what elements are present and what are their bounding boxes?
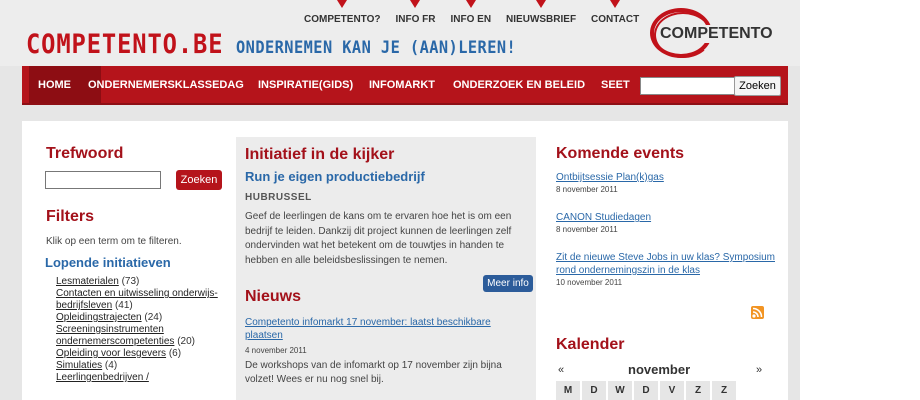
- nav-item-inspiratie[interactable]: INSPIRATIE(GIDS): [258, 79, 353, 91]
- arrow-down-icon: [465, 0, 476, 8]
- nav-item-home[interactable]: HOME: [38, 79, 71, 91]
- event-link[interactable]: Ontbijtsessie Plan(k)gas: [556, 171, 786, 184]
- top-link-label[interactable]: INFO FR: [395, 14, 435, 25]
- nav-item-onderzoek[interactable]: ONDERZOEK EN BELEID: [453, 79, 585, 91]
- arrow-down-icon: [410, 0, 421, 8]
- meer-info-button[interactable]: Meer info: [483, 275, 533, 292]
- list-item: Simulaties (4): [56, 360, 226, 372]
- nieuws-heading: Nieuws: [245, 288, 302, 305]
- calendar-weekday-header: M D W D V Z Z: [556, 381, 738, 400]
- top-link-label[interactable]: NIEUWSBRIEF: [506, 14, 576, 25]
- nav-item-infomarkt[interactable]: INFOMARKT: [369, 79, 435, 91]
- calendar-weekday: V: [660, 381, 684, 400]
- top-link-label[interactable]: CONTACT: [591, 14, 639, 25]
- content-area: Trefwoord Zoeken Filters Klik op een ter…: [22, 121, 788, 400]
- list-item: Leerlingenbedrijven /: [56, 372, 226, 384]
- arrow-down-icon: [337, 0, 348, 8]
- event-date: 8 november 2011: [556, 185, 618, 194]
- calendar-weekday: Z: [686, 381, 710, 400]
- calendar-weekday: W: [608, 381, 632, 400]
- news-item-body: De workshops van de infomarkt op 17 nove…: [245, 360, 502, 385]
- calendar-weekday: M: [556, 381, 580, 400]
- filter-count: (41): [114, 300, 133, 311]
- search-button[interactable]: Zoeken: [734, 76, 781, 96]
- filter-link[interactable]: Contacten en uitwisseling onderwijs-bedr…: [56, 288, 218, 311]
- filter-count: (6): [168, 348, 182, 359]
- nav-item-ondernemersklassedag[interactable]: ONDERNEMERSKLASSEDAG: [88, 79, 244, 91]
- list-item: Screeningsinstrumenten ondernemerscompet…: [56, 324, 226, 348]
- filter-link[interactable]: Opleidingstrajecten: [56, 312, 142, 323]
- news-item-date: 4 november 2011: [245, 346, 307, 355]
- top-link-contact[interactable]: CONTACT: [591, 0, 639, 30]
- event-link[interactable]: Zit de nieuwe Steve Jobs in uw klas? Sym…: [556, 251, 786, 277]
- lopende-initiatieven-heading[interactable]: Lopende initiatieven: [45, 255, 171, 270]
- initiatief-heading: Initiatief in de kijker: [245, 146, 395, 163]
- top-link-competento[interactable]: COMPETENTO?: [304, 0, 380, 30]
- trefwoord-search-button[interactable]: Zoeken: [176, 170, 222, 190]
- calendar-weekday: D: [634, 381, 658, 400]
- rss-icon[interactable]: [751, 306, 764, 319]
- initiatief-link[interactable]: Run je eigen productiebedrijf: [245, 169, 425, 184]
- event-link[interactable]: CANON Studiedagen: [556, 211, 786, 224]
- nav-item-seet[interactable]: SEET: [601, 79, 630, 91]
- calendar-weekday: Z: [712, 381, 736, 400]
- top-link-info-en[interactable]: INFO EN: [450, 0, 491, 30]
- event-item: CANON Studiedagen 8 november 2011: [556, 211, 786, 234]
- filter-link[interactable]: Lesmaterialen: [56, 276, 119, 287]
- list-item: Contacten en uitwisseling onderwijs-bedr…: [56, 288, 226, 312]
- calendar-weekday: D: [582, 381, 606, 400]
- filter-link[interactable]: Simulaties: [56, 360, 102, 371]
- brand-badge-logo[interactable]: COMPETENTO: [650, 8, 782, 60]
- calendar-prev-month[interactable]: «: [558, 364, 564, 376]
- news-item-link[interactable]: Competento infomarkt 17 november: laatst…: [245, 316, 527, 342]
- list-item: Opleidingstrajecten (24): [56, 312, 226, 324]
- filter-link[interactable]: Leerlingenbedrijven /: [56, 372, 149, 383]
- site-logo[interactable]: COMPETENTO.BE: [26, 29, 223, 60]
- arrow-down-icon: [536, 0, 547, 8]
- calendar-next-month[interactable]: »: [756, 364, 762, 376]
- middle-column: Initiatief in de kijker Run je eigen pro…: [236, 137, 536, 400]
- event-item: Zit de nieuwe Steve Jobs in uw klas? Sym…: [556, 251, 786, 287]
- initiatief-description: Geef de leerlingen de kans om te ervaren…: [245, 211, 512, 266]
- main-navigation: HOME ONDERNEMERSKLASSEDAG INSPIRATIE(GID…: [22, 66, 788, 105]
- event-date: 10 november 2011: [556, 278, 623, 287]
- left-column: Trefwoord Zoeken Filters Klik op een ter…: [22, 121, 228, 400]
- events-heading: Komende events: [556, 145, 685, 162]
- site-header: COMPETENTO? INFO FR INFO EN NIEUWSBRIEF …: [0, 0, 800, 66]
- brand-badge-name: COMPETENTO: [660, 25, 775, 43]
- filter-count: (24): [144, 312, 163, 323]
- trefwoord-input[interactable]: [45, 171, 161, 189]
- trefwoord-heading: Trefwoord: [46, 145, 124, 162]
- arrow-down-icon: [610, 0, 621, 8]
- top-navigation: COMPETENTO? INFO FR INFO EN NIEUWSBRIEF …: [304, 0, 654, 30]
- filter-link[interactable]: Opleiding voor lesgevers: [56, 348, 166, 359]
- list-item: Opleiding voor lesgevers (6): [56, 348, 226, 360]
- filters-heading: Filters: [46, 208, 95, 225]
- initiatief-organization: HUBRUSSEL: [245, 192, 312, 203]
- top-link-label[interactable]: INFO EN: [450, 14, 491, 25]
- top-link-info-fr[interactable]: INFO FR: [395, 0, 435, 30]
- filter-link[interactable]: Screeningsinstrumenten ondernemerscompet…: [56, 324, 174, 347]
- top-link-label[interactable]: COMPETENTO?: [304, 14, 380, 25]
- calendar-month: november: [628, 362, 691, 377]
- site-tagline: ONDERNEMEN KAN JE (AAN)LEREN!: [236, 38, 517, 58]
- filter-count: (4): [104, 360, 118, 371]
- list-item: Lesmaterialen (73): [56, 276, 226, 288]
- top-link-nieuwsbrief[interactable]: NIEUWSBRIEF: [506, 0, 576, 30]
- right-column: Komende events Ontbijtsessie Plan(k)gas …: [546, 121, 788, 400]
- filter-count: (73): [121, 276, 140, 287]
- kalender-heading: Kalender: [556, 336, 625, 353]
- filters-hint: Klik op een term om te filteren.: [46, 236, 182, 247]
- filter-list: Lesmaterialen (73) Contacten en uitwisse…: [56, 276, 226, 384]
- event-item: Ontbijtsessie Plan(k)gas 8 november 2011: [556, 171, 786, 194]
- event-date: 8 november 2011: [556, 225, 618, 234]
- filter-count: (20): [177, 336, 195, 347]
